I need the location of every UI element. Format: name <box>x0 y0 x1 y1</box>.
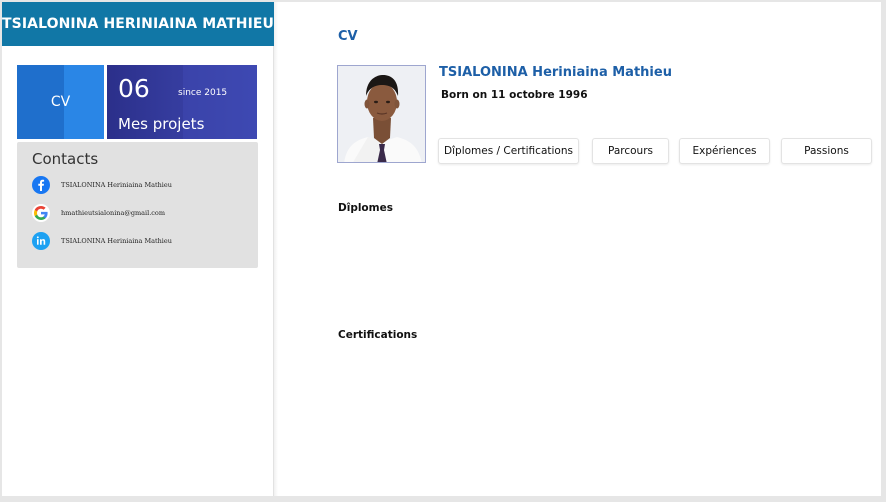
contact-linkedin-text: TSIALONINA Heriniaina Mathieu <box>61 237 172 245</box>
contact-facebook[interactable]: TSIALONINA Heriniaina Mathieu <box>32 175 172 195</box>
projects-title: Mes projets <box>118 115 205 133</box>
app-frame: TSIALONINA HERINIAINA MATHIEU CV 06 sinc… <box>2 2 881 496</box>
page-title: CV <box>338 29 358 44</box>
contact-google-text: hmathieutsialonina@gmail.com <box>61 209 165 217</box>
owner-name-header: TSIALONINA HERINIAINA MATHIEU <box>2 2 274 46</box>
linkedin-icon <box>32 232 50 250</box>
facebook-icon <box>32 176 50 194</box>
contacts-card: Contacts TSIALONINA Heriniaina Mathieu h <box>17 142 258 268</box>
tab-parcours[interactable]: Parcours <box>592 138 669 164</box>
tab-diplomes-certifications[interactable]: Dîplomes / Certifications <box>438 138 579 164</box>
main-content: CV TSIALONINA Heriniaina Mathieu Born on… <box>278 2 881 496</box>
section-diplomes-heading: Dîplomes <box>338 202 393 214</box>
section-certifications-heading: Certifications <box>338 329 418 341</box>
contacts-heading: Contacts <box>32 150 99 168</box>
profile-birthdate: Born on 11 octobre 1996 <box>441 89 588 101</box>
sidebar: TSIALONINA HERINIAINA MATHIEU CV 06 sinc… <box>2 2 274 496</box>
projects-count: 06 <box>118 74 150 103</box>
contact-google[interactable]: hmathieutsialonina@gmail.com <box>32 203 165 223</box>
cv-tile[interactable]: CV <box>17 65 104 139</box>
profile-photo <box>337 65 426 163</box>
projects-tile[interactable]: 06 since 2015 Mes projets <box>107 65 257 139</box>
profile-name: TSIALONINA Heriniaina Mathieu <box>439 65 672 80</box>
contact-linkedin[interactable]: TSIALONINA Heriniaina Mathieu <box>32 231 172 251</box>
projects-since: since 2015 <box>178 88 228 98</box>
tab-passions[interactable]: Passions <box>781 138 872 164</box>
contact-facebook-text: TSIALONINA Heriniaina Mathieu <box>61 181 172 189</box>
tab-experiences[interactable]: Expériences <box>679 138 770 164</box>
google-icon <box>32 204 50 222</box>
cv-tile-label: CV <box>50 94 71 110</box>
